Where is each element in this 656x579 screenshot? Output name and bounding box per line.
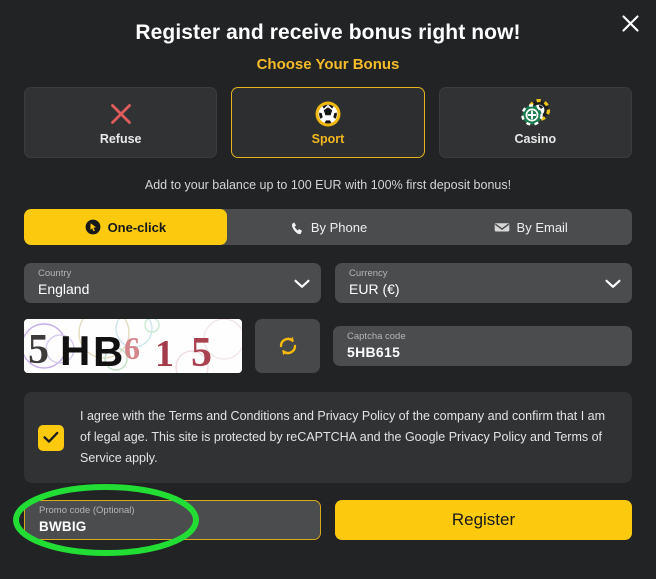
captcha-code-input[interactable]: Captcha code 5HB615 bbox=[333, 326, 632, 366]
country-select[interactable]: Country England bbox=[24, 263, 321, 303]
bonus-option-sport[interactable]: Sport bbox=[231, 87, 425, 158]
tab-label: By Phone bbox=[310, 219, 368, 235]
register-button[interactable]: Register bbox=[335, 500, 632, 540]
captcha-image: 5 H B 6 1 5 bbox=[24, 319, 242, 373]
one-click-icon bbox=[85, 219, 101, 235]
casino-chips-icon bbox=[519, 98, 551, 128]
registration-method-tabs: One-click By Phone By Email bbox=[24, 209, 632, 245]
svg-text:6: 6 bbox=[124, 330, 140, 366]
svg-text:B: B bbox=[93, 328, 123, 373]
tab-by-phone[interactable]: By Phone bbox=[226, 209, 430, 245]
country-value: England bbox=[38, 281, 90, 297]
phone-icon bbox=[289, 220, 304, 235]
bonus-offer-text: Add to your balance up to 100 EUR with 1… bbox=[144, 178, 512, 192]
soccer-ball-icon bbox=[314, 100, 342, 128]
checkmark-icon bbox=[43, 431, 59, 443]
captcha-row: 5 H B 6 1 5 Captcha code 5HB615 bbox=[24, 319, 632, 373]
envelope-icon bbox=[494, 221, 510, 233]
terms-agreement-block: I agree with the Terms and Conditions an… bbox=[24, 392, 632, 483]
refresh-icon bbox=[279, 336, 296, 356]
bonus-options: Refuse Sport Casino bbox=[24, 87, 632, 158]
captcha-label: Captcha code bbox=[347, 331, 406, 342]
svg-text:H: H bbox=[60, 327, 90, 373]
chevron-down-icon bbox=[294, 276, 310, 294]
terms-checkbox[interactable] bbox=[38, 424, 64, 451]
tab-by-email[interactable]: By Email bbox=[429, 209, 632, 245]
bonus-option-label: Refuse bbox=[99, 131, 142, 146]
svg-text:5: 5 bbox=[28, 327, 49, 373]
registration-modal: Register and receive bonus right now! Ch… bbox=[0, 0, 656, 579]
page-title: Register and receive bonus right now! bbox=[135, 21, 521, 44]
svg-text:5: 5 bbox=[191, 330, 212, 373]
bonus-subtitle: Choose Your Bonus bbox=[256, 56, 400, 73]
promo-label: Promo code (Optional) bbox=[39, 505, 135, 516]
captcha-value: 5HB615 bbox=[347, 344, 401, 360]
promo-value: BWBIG bbox=[39, 519, 87, 534]
refresh-captcha-button[interactable] bbox=[255, 319, 320, 373]
close-icon bbox=[621, 14, 639, 32]
promo-code-field[interactable]: Promo code (Optional) BWBIG bbox=[24, 500, 321, 540]
tab-one-click[interactable]: One-click bbox=[24, 209, 227, 245]
country-label: Country bbox=[38, 268, 72, 279]
terms-text: I agree with the Terms and Conditions an… bbox=[80, 409, 606, 465]
bonus-option-label: Casino bbox=[514, 131, 557, 146]
close-button[interactable] bbox=[614, 7, 646, 39]
bottom-action-row: Promo code (Optional) BWBIG Register bbox=[24, 500, 632, 540]
tab-label: One-click bbox=[107, 219, 167, 235]
bonus-option-refuse[interactable]: Refuse bbox=[24, 87, 218, 158]
bonus-option-casino[interactable]: Casino bbox=[438, 87, 632, 158]
svg-text:1: 1 bbox=[155, 333, 174, 373]
currency-value: EUR (€) bbox=[349, 281, 400, 297]
currency-select[interactable]: Currency EUR (€) bbox=[335, 263, 632, 303]
bonus-option-label: Sport bbox=[311, 131, 345, 146]
chevron-down-icon bbox=[605, 276, 621, 294]
location-currency-row: Country England Currency EUR (€) bbox=[24, 263, 632, 303]
x-mark-icon bbox=[108, 100, 134, 128]
currency-label: Currency bbox=[349, 268, 388, 279]
tab-label: By Email bbox=[516, 219, 568, 235]
